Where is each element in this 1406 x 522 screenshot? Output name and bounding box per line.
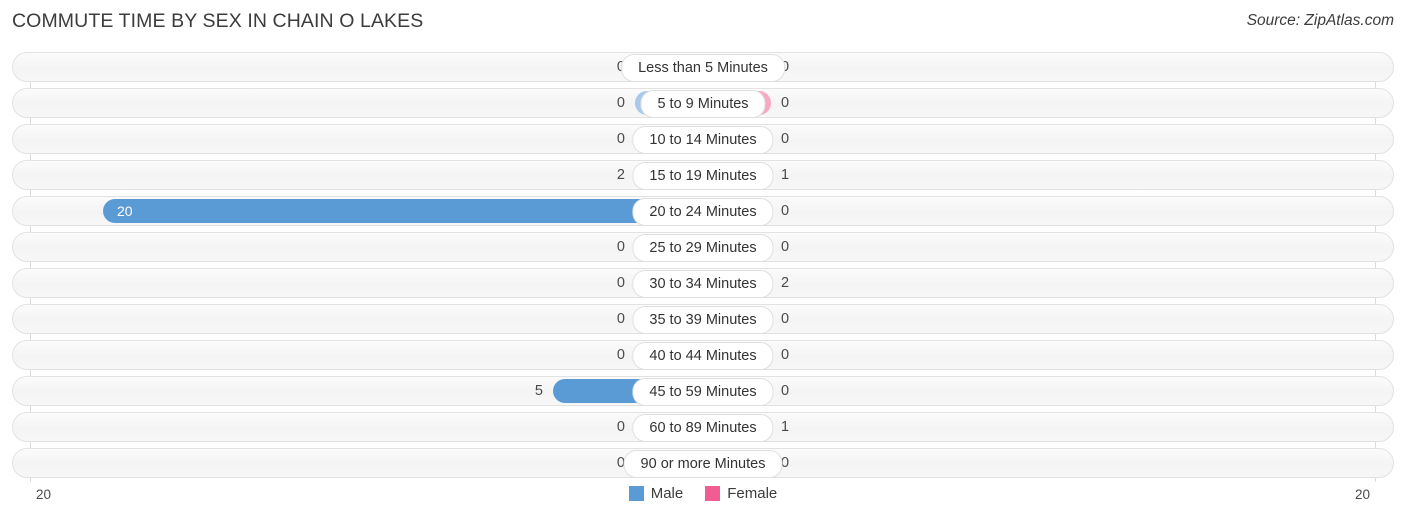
value-label-male: 0 [616,311,625,327]
value-label-male: 0 [616,95,625,111]
chart-row: 0 0 10 to 14 Minutes [12,124,1394,154]
chart-row: 0 0 5 to 9 Minutes [12,88,1394,118]
value-label-male: 0 [616,239,625,255]
chart-row: 0 1 60 to 89 Minutes [12,412,1394,442]
chart-row: 20 0 20 to 24 Minutes [12,196,1394,226]
row-label-pill: 20 to 24 Minutes [632,198,774,226]
plot-area: 00Less than 5 Minutes005 to 9 Minutes001… [12,52,1394,482]
value-label-male: 5 [534,383,543,399]
rows-container: 00Less than 5 Minutes005 to 9 Minutes001… [12,52,1394,478]
chart-row: 0 0 40 to 44 Minutes [12,340,1394,370]
value-label-female: 2 [781,275,790,291]
value-label-female: 0 [781,311,790,327]
chart-row: 0 0 35 to 39 Minutes [12,304,1394,334]
value-label-female: 0 [781,383,790,399]
chart-footer: 20 20 Male Female [12,484,1394,512]
value-label-female: 0 [781,203,790,219]
row-label-pill: 60 to 89 Minutes [632,414,774,442]
chart-row: 0 0 25 to 29 Minutes [12,232,1394,262]
chart-row: 00Less than 5 Minutes [12,52,1394,82]
row-label-pill: Less than 5 Minutes [621,54,785,82]
source-attribution: Source: ZipAtlas.com [1246,12,1394,29]
chart-header: COMMUTE TIME BY SEX IN CHAIN O LAKES Sou… [0,0,1406,44]
row-label-pill: 35 to 39 Minutes [632,306,774,334]
row-label-pill: 15 to 19 Minutes [632,162,774,190]
value-label-male: 0 [616,419,625,435]
row-label-pill: 5 to 9 Minutes [640,90,766,118]
row-label-pill: 30 to 34 Minutes [632,270,774,298]
legend-label-female: Female [727,485,778,502]
legend-item-male[interactable]: Male [628,485,684,502]
value-label-male: 0 [616,275,625,291]
commute-time-chart: COMMUTE TIME BY SEX IN CHAIN O LAKES Sou… [0,0,1406,522]
row-label-pill: 45 to 59 Minutes [632,378,774,406]
legend-label-male: Male [650,485,684,502]
legend: Male Female [12,485,1394,502]
page-title: COMMUTE TIME BY SEX IN CHAIN O LAKES [12,10,424,32]
row-label-pill: 90 or more Minutes [623,450,783,478]
chart-row: 0 2 30 to 34 Minutes [12,268,1394,298]
legend-item-female[interactable]: Female [705,485,777,502]
value-label-male: 2 [616,167,625,183]
value-label-male: 20 [117,203,133,219]
chart-row: 2 1 15 to 19 Minutes [12,160,1394,190]
value-label-female: 0 [781,239,790,255]
chart-row: 0 0 90 or more Minutes [12,448,1394,478]
chart-row: 5 0 45 to 59 Minutes [12,376,1394,406]
bar-male[interactable] [103,199,703,223]
value-label-female: 0 [781,95,790,111]
row-label-pill: 25 to 29 Minutes [632,234,774,262]
value-label-female: 0 [781,347,790,363]
female-swatch-icon [705,486,721,501]
row-label-pill: 40 to 44 Minutes [632,342,774,370]
row-label-pill: 10 to 14 Minutes [632,126,774,154]
value-label-female: 0 [781,131,790,147]
value-label-male: 0 [616,347,625,363]
value-label-female: 1 [781,167,790,183]
value-label-male: 0 [616,131,625,147]
value-label-female: 1 [781,419,790,435]
male-swatch-icon [628,486,644,501]
